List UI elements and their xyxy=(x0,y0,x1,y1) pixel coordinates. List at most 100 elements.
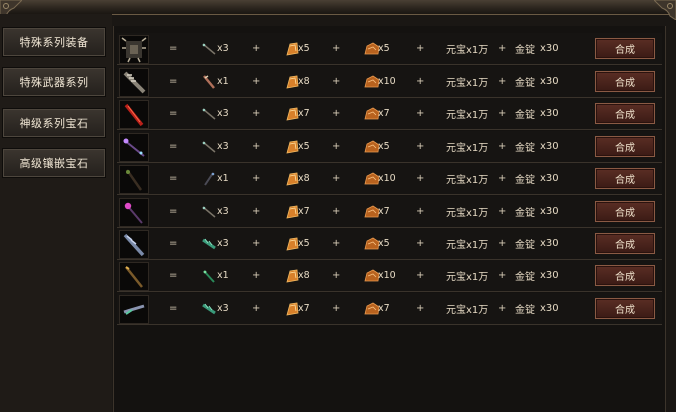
gold-ingot-label: 金锭 xyxy=(515,45,535,56)
gold-ingot-qty: x30 xyxy=(540,108,559,119)
yuanbao-cost: 元宝x1万 xyxy=(446,305,489,316)
gold-ingot-qty: x30 xyxy=(540,76,559,87)
gold-ingot-qty: x30 xyxy=(540,173,559,184)
spiked-armor-icon[interactable] xyxy=(119,35,149,64)
material-1-qty: x1 xyxy=(217,76,229,87)
synthesize-button[interactable]: 合成 xyxy=(595,201,655,222)
pink-orb-staff-icon[interactable] xyxy=(119,198,149,227)
synthesize-button[interactable]: 合成 xyxy=(595,265,655,286)
yuanbao-cost: 元宝x1万 xyxy=(446,208,489,219)
plus-sign: + xyxy=(416,270,425,281)
material-1: x3 xyxy=(201,33,229,64)
material-2: x8 xyxy=(284,260,310,291)
category-special-equipment[interactable]: 特殊系列装备 xyxy=(2,27,106,57)
yuanbao-cost: 元宝x1万 xyxy=(446,175,489,186)
plus-sign: + xyxy=(416,206,425,217)
plus-sign: + xyxy=(416,238,425,249)
plus-sign: + xyxy=(416,43,425,54)
green-wand-icon xyxy=(203,269,215,283)
plus-sign: + xyxy=(332,108,341,119)
synthesize-button[interactable]: 合成 xyxy=(595,168,655,189)
plus-sign: + xyxy=(252,238,261,249)
recipe-row: = x1 + x8 + x10 + 元宝x1万 + 金锭 x30 合成 xyxy=(117,260,662,292)
material-3-qty: x5 xyxy=(378,43,390,54)
material-1-qty: x3 xyxy=(217,238,229,249)
plus-sign: + xyxy=(332,141,341,152)
gold-ingot-label: 金锭 xyxy=(515,110,535,121)
plus-sign: + xyxy=(332,76,341,87)
plus-sign: + xyxy=(252,303,261,314)
material-3: x7 xyxy=(364,293,390,324)
material-2: x5 xyxy=(284,228,310,259)
dark-spear-icon[interactable] xyxy=(119,165,149,194)
equals-sign: = xyxy=(169,303,178,314)
material-3-qty: x10 xyxy=(378,76,396,87)
synthesize-button[interactable]: 合成 xyxy=(595,103,655,124)
material-2-qty: x5 xyxy=(298,141,310,152)
material-3-qty: x10 xyxy=(378,270,396,281)
crystal-staff-icon[interactable] xyxy=(119,133,149,162)
synthesize-button[interactable]: 合成 xyxy=(595,233,655,254)
synthesize-button[interactable]: 合成 xyxy=(595,298,655,319)
yuanbao-cost: 元宝x1万 xyxy=(446,240,489,251)
golden-spear-icon[interactable] xyxy=(119,262,149,291)
plus-sign: + xyxy=(252,141,261,152)
material-3: x10 xyxy=(364,260,396,291)
equals-sign: = xyxy=(169,43,178,54)
red-blade-icon[interactable] xyxy=(119,100,149,129)
silver-lance-icon[interactable] xyxy=(119,295,149,324)
plus-sign: + xyxy=(252,76,261,87)
material-1-qty: x3 xyxy=(217,141,229,152)
material-3-qty: x7 xyxy=(378,206,390,217)
material-3: x10 xyxy=(364,163,396,194)
gold-ingot-qty: x30 xyxy=(540,270,559,281)
plus-sign: + xyxy=(498,206,507,217)
material-1: x3 xyxy=(201,293,229,324)
plus-sign: + xyxy=(332,173,341,184)
recipe-row: = x3 + x5 + x5 + 元宝x1万 + 金锭 x30 合成 xyxy=(117,131,662,163)
material-1: x3 xyxy=(201,196,229,227)
material-1: x3 xyxy=(201,131,229,162)
heavy-mace-icon[interactable] xyxy=(119,68,149,97)
blue-halberd-icon[interactable] xyxy=(119,230,149,259)
plus-sign: + xyxy=(498,76,507,87)
synthesize-button[interactable]: 合成 xyxy=(595,71,655,92)
gold-ingot-label: 金锭 xyxy=(515,272,535,283)
plus-sign: + xyxy=(252,270,261,281)
recipe-row: = x3 + x7 + x7 + 元宝x1万 + 金锭 x30 合成 xyxy=(117,293,662,325)
material-3-qty: x7 xyxy=(378,108,390,119)
category-divine-gems[interactable]: 神级系列宝石 xyxy=(2,108,106,138)
recipe-row: = x3 + x5 + x5 + 元宝x1万 + 金锭 x30 合成 xyxy=(117,33,662,65)
synthesize-button[interactable]: 合成 xyxy=(595,136,655,157)
recipe-row: = x1 + x8 + x10 + 元宝x1万 + 金锭 x30 合成 xyxy=(117,163,662,195)
gold-ingot-label: 金锭 xyxy=(515,78,535,89)
plus-sign: + xyxy=(498,43,507,54)
category-special-weapons[interactable]: 特殊武器系列 xyxy=(2,67,106,97)
material-3: x5 xyxy=(364,131,390,162)
yuanbao-cost: 元宝x1万 xyxy=(446,110,489,121)
material-1: x3 xyxy=(201,228,229,259)
yuanbao-cost: 元宝x1万 xyxy=(446,272,489,283)
material-2: x7 xyxy=(284,98,310,129)
plus-sign: + xyxy=(416,76,425,87)
material-1-qty: x1 xyxy=(217,270,229,281)
yuanbao-cost: 元宝x1万 xyxy=(446,143,489,154)
material-3-qty: x5 xyxy=(378,141,390,152)
material-2: x8 xyxy=(284,163,310,194)
synthesize-button[interactable]: 合成 xyxy=(595,38,655,59)
plus-sign: + xyxy=(498,238,507,249)
plus-sign: + xyxy=(252,206,261,217)
recipe-row: = x3 + x7 + x7 + 元宝x1万 + 金锭 x30 合成 xyxy=(117,196,662,228)
material-2-qty: x8 xyxy=(298,76,310,87)
category-advanced-inlay-gems[interactable]: 高级镶嵌宝石 xyxy=(2,148,106,178)
plus-sign: + xyxy=(252,173,261,184)
gold-ingot-label: 金锭 xyxy=(515,175,535,186)
material-3-qty: x5 xyxy=(378,238,390,249)
material-2-qty: x8 xyxy=(298,270,310,281)
material-3: x5 xyxy=(364,228,390,259)
material-3: x5 xyxy=(364,33,390,64)
dark-wand-icon xyxy=(204,171,215,186)
green-claw-icon xyxy=(202,238,216,249)
plus-sign: + xyxy=(332,270,341,281)
yuanbao-cost: 元宝x1万 xyxy=(446,78,489,89)
